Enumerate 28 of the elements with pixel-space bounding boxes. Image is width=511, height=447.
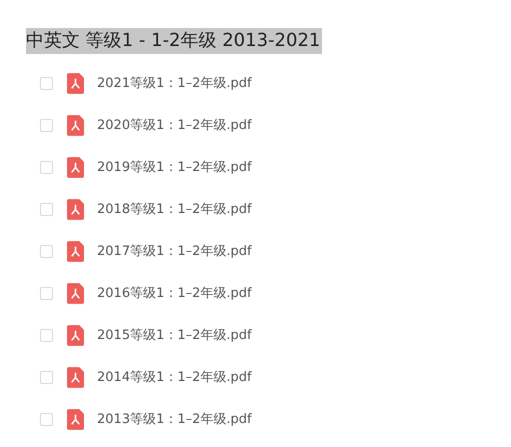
checkbox[interactable] <box>40 160 53 174</box>
checkbox[interactable] <box>40 76 53 90</box>
pdf-file-icon <box>67 282 84 304</box>
file-name[interactable]: 2021等级1：1–2年级.pdf <box>97 74 252 92</box>
checkbox[interactable] <box>40 202 53 216</box>
file-name[interactable]: 2020等级1：1–2年级.pdf <box>97 116 252 134</box>
pdf-file-icon <box>67 156 84 178</box>
file-name[interactable]: 2019等级1：1–2年级.pdf <box>97 158 252 176</box>
pdf-file-icon <box>67 114 84 136</box>
folder-title: 中英文 等级1 - 1-2年级 2013-2021 <box>26 28 322 54</box>
file-name[interactable]: 2018等级1：1–2年级.pdf <box>97 200 252 218</box>
checkbox[interactable] <box>40 328 53 342</box>
file-name[interactable]: 2017等级1：1–2年级.pdf <box>97 242 252 260</box>
pdf-file-icon <box>67 366 84 388</box>
file-name[interactable]: 2013等级1：1–2年级.pdf <box>97 410 252 428</box>
file-name[interactable]: 2014等级1：1–2年级.pdf <box>97 368 252 386</box>
checkbox[interactable] <box>40 412 53 426</box>
pdf-file-icon <box>67 72 84 94</box>
checkbox[interactable] <box>40 118 53 132</box>
pdf-file-icon <box>67 240 84 262</box>
pdf-file-icon <box>67 408 84 430</box>
pdf-file-icon <box>67 198 84 220</box>
checkbox[interactable] <box>40 370 53 384</box>
file-name[interactable]: 2015等级1：1–2年级.pdf <box>97 326 252 344</box>
pdf-file-icon <box>67 324 84 346</box>
checkbox[interactable] <box>40 244 53 258</box>
checkbox[interactable] <box>40 286 53 300</box>
file-name[interactable]: 2016等级1：1–2年级.pdf <box>97 284 252 302</box>
